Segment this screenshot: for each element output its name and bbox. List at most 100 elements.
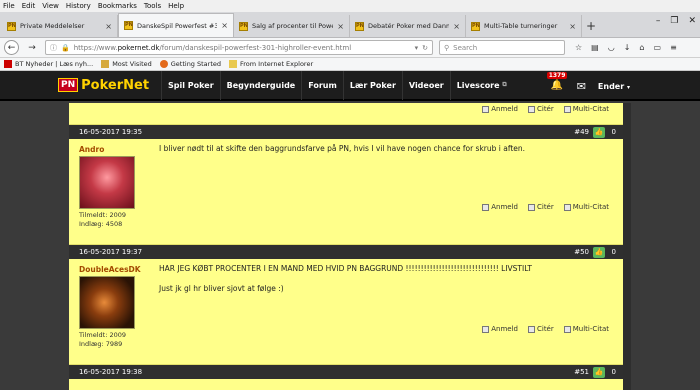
avatar[interactable] <box>79 276 135 329</box>
thumbs-up-icon[interactable]: 👍 <box>593 126 605 138</box>
menu-edit[interactable]: Edit <box>22 2 36 10</box>
chat-icon[interactable]: ▭ <box>654 43 662 52</box>
multiquote-button[interactable]: Multi-Citat <box>563 325 609 333</box>
bookmark-bt[interactable]: BT Nyheder | Læs nyh... <box>4 60 93 68</box>
notifications-button[interactable]: 1379 🔔 <box>546 72 568 92</box>
bookmark-most-visited[interactable]: Most Visited <box>101 60 152 68</box>
hamburger-menu-icon[interactable]: ≡ <box>670 43 677 52</box>
search-input[interactable]: ⚲ Search <box>439 40 565 55</box>
firefox-icon <box>159 60 168 68</box>
quote-icon <box>527 203 535 211</box>
tab-sale-of-percentages[interactable]: PN Salg af procenter til Powerfe × <box>234 15 350 37</box>
post-date: 16-05-2017 19:38 <box>79 368 143 376</box>
reload-icon[interactable]: ↻ <box>422 44 428 52</box>
tab-multi-table[interactable]: PN Multi-Table turneringer × <box>466 15 582 37</box>
nav-begynderguide[interactable]: Begynderguide <box>219 71 302 100</box>
reading-list-icon[interactable]: ▤ <box>591 43 599 52</box>
minimize-icon[interactable]: – <box>656 16 661 26</box>
bookmark-folder-ie[interactable]: From Internet Explorer <box>229 60 313 68</box>
menu-tools[interactable]: Tools <box>144 2 161 10</box>
quote-button[interactable]: Citér <box>527 325 554 333</box>
tab-private-messages[interactable]: PN Private Meddelelser × <box>2 15 118 37</box>
user-area: 1379 🔔 ✉ Ender ▾ <box>546 71 630 101</box>
pokernet-favicon: PN <box>124 21 133 30</box>
nav-laer-poker[interactable]: Lær Poker <box>342 71 402 100</box>
close-window-icon[interactable]: ✕ <box>688 16 696 26</box>
lock-icon: 🔒 <box>61 43 70 52</box>
close-icon[interactable]: × <box>453 22 460 31</box>
dropdown-icon[interactable]: ▾ <box>415 44 419 52</box>
url-text: https://www.pokernet.dk/forum/danskespil… <box>73 43 352 52</box>
menu-file[interactable]: File <box>3 2 15 10</box>
menu-help[interactable]: Help <box>168 2 184 10</box>
pokernet-favicon: PN <box>355 21 364 31</box>
post-date: 16-05-2017 19:37 <box>79 248 143 256</box>
download-icon[interactable]: ↓ <box>624 43 631 52</box>
post-author[interactable]: Andro <box>79 145 104 154</box>
nav-forum[interactable]: Forum <box>301 71 343 100</box>
forward-icon[interactable]: → <box>25 41 39 55</box>
quote-icon <box>527 325 535 333</box>
multiquote-button[interactable]: Multi-Citat <box>563 203 609 211</box>
post-actions: Anmeld Citér Multi-Citat <box>482 203 609 211</box>
quote-button[interactable]: Citér <box>527 105 554 113</box>
new-tab-button[interactable]: + <box>582 15 600 37</box>
menu-bookmarks[interactable]: Bookmarks <box>98 2 137 10</box>
bookmarks-bar: BT Nyheder | Læs nyh... Most Visited Get… <box>0 58 700 71</box>
menu-bar: File Edit View History Bookmarks Tools H… <box>0 0 700 12</box>
multiquote-icon <box>563 325 571 333</box>
bt-icon <box>4 60 12 68</box>
author-meta: Tilmeldt: 2009 Indlæg: 4508 <box>79 211 126 228</box>
post-number[interactable]: #49 <box>574 128 589 136</box>
post-header: 16-05-2017 19:35 #49 👍 0 <box>69 125 623 139</box>
tab-label: Private Meddelelser <box>20 22 85 30</box>
chevron-down-icon: ▾ <box>626 83 630 91</box>
home-icon[interactable]: ⌂ <box>639 43 644 52</box>
maximize-icon[interactable]: ❐ <box>670 16 678 26</box>
window-controls: – ❐ ✕ <box>656 16 696 26</box>
close-icon[interactable]: × <box>105 22 112 31</box>
bell-icon: 🔔 <box>550 80 564 91</box>
post-previous-tail: Anmeld Citér Multi-Citat <box>69 103 623 125</box>
info-icon[interactable]: ⓘ <box>50 43 57 53</box>
post-number[interactable]: #51 <box>574 368 589 376</box>
nav-videoer[interactable]: Videoer <box>401 71 450 100</box>
menu-history[interactable]: History <box>66 2 91 10</box>
post: Andro Tilmeldt: 2009 Indlæg: 4508 I bliv… <box>69 139 623 245</box>
post-number[interactable]: #50 <box>574 248 589 256</box>
close-icon[interactable]: × <box>221 21 228 30</box>
tab-powerfest[interactable]: PN DanskeSpil Powerfest #301 H × <box>118 13 234 37</box>
like-count: 0 <box>611 368 616 376</box>
user-menu[interactable]: Ender ▾ <box>598 82 630 91</box>
back-icon[interactable]: ← <box>4 40 19 55</box>
report-icon <box>482 105 490 113</box>
pocket-icon[interactable]: ◡ <box>608 43 615 52</box>
thumbs-up-icon[interactable]: 👍 <box>593 366 605 378</box>
star-icon[interactable]: ☆ <box>575 43 582 52</box>
report-button[interactable]: Anmeld <box>482 325 518 333</box>
thumbs-up-icon[interactable]: 👍 <box>593 246 605 258</box>
report-button[interactable]: Anmeld <box>482 105 518 113</box>
avatar[interactable] <box>79 156 135 209</box>
search-icon: ⚲ <box>444 43 450 52</box>
close-icon[interactable]: × <box>569 22 576 31</box>
envelope-icon[interactable]: ✉ <box>577 80 586 93</box>
pokernet-logo[interactable]: PN PokerNet <box>58 78 149 93</box>
gear-icon <box>101 60 110 68</box>
bookmark-getting-started[interactable]: Getting Started <box>159 60 221 68</box>
report-button[interactable]: Anmeld <box>482 203 518 211</box>
page-border <box>623 103 631 390</box>
author-meta: Tilmeldt: 2009 Indlæg: 7989 <box>79 331 126 348</box>
pokernet-favicon: PN <box>239 21 248 31</box>
close-icon[interactable]: × <box>337 22 344 31</box>
post-author[interactable]: DoubleAcesDK <box>79 265 141 274</box>
external-link-icon: ⧉ <box>502 81 507 88</box>
multiquote-button[interactable]: Multi-Citat <box>563 105 609 113</box>
quote-button[interactable]: Citér <box>527 203 554 211</box>
nav-livescore[interactable]: Livescore ⧉ <box>449 71 513 100</box>
nav-spil-poker[interactable]: Spil Poker <box>161 71 220 100</box>
notification-badge: 1379 <box>546 72 568 79</box>
menu-view[interactable]: View <box>42 2 59 10</box>
tab-debate-poker[interactable]: PN Debatér Poker med Danmar × <box>350 15 466 37</box>
url-bar[interactable]: ⓘ 🔒 https://www.pokernet.dk/forum/danske… <box>45 40 433 55</box>
